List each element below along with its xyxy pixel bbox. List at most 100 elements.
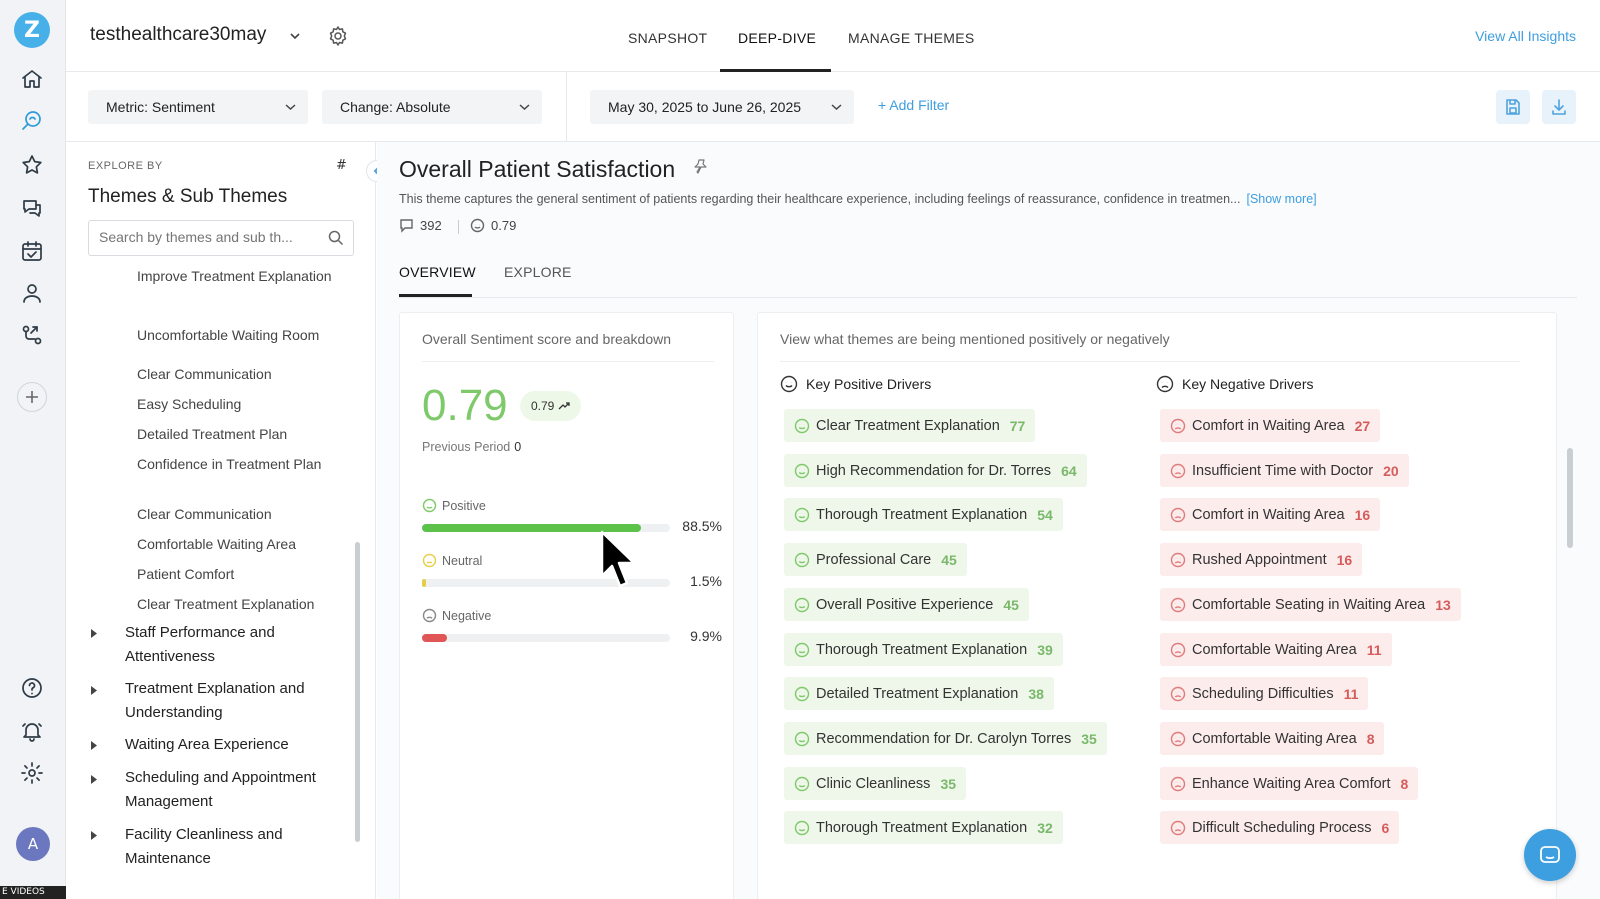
- tab-explore[interactable]: EXPLORE: [504, 264, 572, 280]
- negative-driver-chip[interactable]: Insufficient Time with Doctor 20: [1160, 454, 1409, 487]
- workflow-icon[interactable]: [17, 320, 47, 350]
- explore-title: Themes & Sub Themes: [88, 186, 288, 207]
- theme-group-item[interactable]: Facility Cleanliness and Maintenance: [125, 823, 345, 871]
- caret-right-icon[interactable]: [90, 775, 98, 784]
- bell-icon[interactable]: [17, 716, 47, 746]
- negative-driver-chip[interactable]: Comfortable Waiting Area 8: [1160, 722, 1385, 755]
- sub-theme-item[interactable]: Uncomfortable Waiting Room: [137, 325, 347, 345]
- tab-deep-dive[interactable]: DEEP-DIVE: [738, 30, 816, 46]
- insights-search-icon[interactable]: [17, 106, 47, 136]
- avatar[interactable]: A: [16, 827, 50, 861]
- positive-driver-chip[interactable]: High Recommendation for Dr. Torres 64: [784, 454, 1087, 487]
- pin-icon[interactable]: [692, 158, 710, 176]
- add-filter-button[interactable]: + Add Filter: [878, 97, 949, 113]
- star-icon[interactable]: [17, 150, 47, 180]
- caret-right-icon[interactable]: [90, 831, 98, 840]
- negative-driver-chip[interactable]: Comfort in Waiting Area 16: [1160, 498, 1381, 531]
- negative-driver-chip[interactable]: Difficult Scheduling Process 6: [1160, 811, 1400, 844]
- tab-overview[interactable]: OVERVIEW: [399, 264, 476, 280]
- theme-group-item[interactable]: Staff Performance and Attentiveness: [125, 621, 345, 669]
- main-scrollbar[interactable]: [1567, 448, 1573, 548]
- sub-theme-item[interactable]: Confidence in Treatment Plan: [137, 454, 347, 474]
- positive-driver-chip[interactable]: Clinic Cleanliness 35: [784, 767, 967, 800]
- sub-theme-item[interactable]: Clear Treatment Explanation: [137, 594, 347, 614]
- theme-search[interactable]: [88, 220, 354, 256]
- chat-bubbles-icon[interactable]: [17, 193, 47, 223]
- negative-driver-chip[interactable]: Comfortable Seating in Waiting Area 13: [1160, 588, 1461, 621]
- chat-support-button[interactable]: [1524, 829, 1576, 881]
- view-all-insights-link[interactable]: View All Insights: [1475, 28, 1576, 44]
- sub-theme-item[interactable]: Detailed Treatment Plan: [137, 424, 347, 444]
- negative-driver-chip[interactable]: Comfort in Waiting Area 27: [1160, 409, 1381, 442]
- change-dropdown[interactable]: Change: Absolute: [322, 90, 542, 124]
- tab-manage-themes[interactable]: MANAGE THEMES: [848, 30, 975, 46]
- smiley-icon: [794, 731, 810, 746]
- negative-driver-chip[interactable]: Rushed Appointment 16: [1160, 543, 1363, 576]
- sentiment-row-neutral: Neutral 1.5%: [422, 553, 722, 601]
- smiley-icon: [780, 375, 798, 393]
- sidebar-scrollbar[interactable]: [355, 542, 360, 842]
- positive-driver-chip[interactable]: Detailed Treatment Explanation 38: [784, 677, 1054, 710]
- theme-group-item[interactable]: Treatment Explanation and Understanding: [125, 677, 345, 725]
- frown-icon: [1170, 776, 1186, 791]
- negative-driver-chip[interactable]: Scheduling Difficulties 11: [1160, 677, 1369, 710]
- save-icon[interactable]: [1496, 90, 1530, 124]
- search-icon[interactable]: [327, 229, 345, 247]
- sub-theme-item[interactable]: Improve Treatment Explanation: [137, 266, 347, 286]
- explore-panel: EXPLORE BY # Themes & Sub Themes Improve…: [66, 142, 376, 899]
- progress-track: [422, 634, 670, 642]
- hash-toggle[interactable]: #: [336, 158, 347, 173]
- driver-count: 16: [1354, 506, 1371, 523]
- chevron-down-icon[interactable]: [289, 31, 301, 41]
- negative-driver-chip[interactable]: Comfortable Waiting Area 11: [1160, 633, 1392, 666]
- positive-driver-chip[interactable]: Thorough Treatment Explanation 54: [784, 498, 1063, 531]
- positive-driver-chip[interactable]: Overall Positive Experience 45: [784, 588, 1029, 621]
- sub-theme-item[interactable]: Clear Communication: [137, 504, 347, 524]
- positive-driver-chip[interactable]: Thorough Treatment Explanation 32: [784, 811, 1063, 844]
- positive-drivers-heading: Key Positive Drivers: [780, 375, 931, 393]
- divider: [399, 297, 1577, 298]
- date-range-dropdown[interactable]: May 30, 2025 to June 26, 2025: [590, 90, 854, 124]
- previous-period-value: 0: [514, 440, 522, 454]
- help-icon[interactable]: [17, 673, 47, 703]
- positive-driver-chip[interactable]: Thorough Treatment Explanation 39: [784, 633, 1063, 666]
- sub-theme-item[interactable]: Patient Comfort: [137, 564, 347, 584]
- home-icon[interactable]: [17, 64, 47, 94]
- sub-theme-item[interactable]: Comfortable Waiting Area: [137, 534, 347, 554]
- smiley-icon: [794, 552, 810, 567]
- workspace-name[interactable]: testhealthcare30may: [90, 24, 266, 46]
- negative-driver-chip[interactable]: Enhance Waiting Area Comfort 8: [1160, 767, 1419, 800]
- driver-label: Detailed Treatment Explanation: [816, 685, 1019, 702]
- settings-icon[interactable]: [17, 758, 47, 788]
- show-more-link[interactable]: [Show more]: [1246, 192, 1316, 206]
- sub-theme-item[interactable]: Clear Communication: [137, 364, 347, 384]
- previous-period: Previous Period 0: [422, 440, 521, 454]
- positive-driver-chip[interactable]: Professional Care 45: [784, 543, 967, 576]
- progress-fill: [422, 634, 447, 642]
- negative-drivers-heading: Key Negative Drivers: [1156, 375, 1314, 393]
- app-logo[interactable]: Z: [14, 12, 50, 48]
- add-icon[interactable]: [17, 382, 47, 412]
- caret-right-icon[interactable]: [90, 741, 98, 750]
- frown-icon: [1170, 597, 1186, 612]
- positive-driver-chip[interactable]: Recommendation for Dr. Carolyn Torres 35: [784, 722, 1107, 755]
- caret-right-icon[interactable]: [90, 686, 98, 695]
- sub-theme-item[interactable]: Easy Scheduling: [137, 394, 347, 414]
- theme-description-text: This theme captures the general sentimen…: [399, 192, 1241, 206]
- tab-snapshot[interactable]: SNAPSHOT: [628, 30, 707, 46]
- driver-count: 20: [1383, 462, 1399, 479]
- download-icon[interactable]: [1542, 90, 1576, 124]
- theme-search-input[interactable]: [99, 229, 319, 245]
- gear-icon[interactable]: [326, 24, 350, 48]
- chevron-down-icon: [285, 104, 296, 111]
- theme-group-item[interactable]: Waiting Area Experience: [125, 733, 345, 757]
- theme-group-item[interactable]: Scheduling and Appointment Management: [125, 766, 345, 814]
- driver-label: Comfort in Waiting Area: [1192, 417, 1345, 434]
- calendar-check-icon[interactable]: [17, 236, 47, 266]
- positive-driver-chip[interactable]: Clear Treatment Explanation 77: [784, 409, 1036, 442]
- chevron-down-icon: [519, 104, 530, 111]
- user-icon[interactable]: [17, 278, 47, 308]
- metric-dropdown[interactable]: Metric: Sentiment: [88, 90, 308, 124]
- frown-icon: [1170, 686, 1186, 701]
- caret-right-icon[interactable]: [90, 629, 98, 638]
